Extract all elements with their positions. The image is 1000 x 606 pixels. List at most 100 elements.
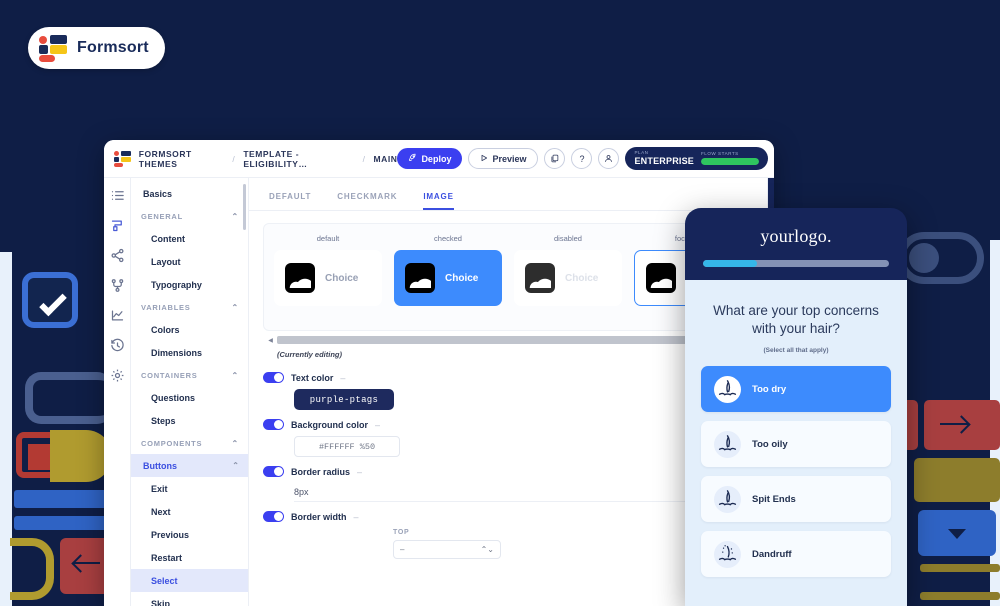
nav-label: VARIABLES [141,302,191,312]
nav-label: Basics [143,188,173,199]
chevron-up-icon[interactable]: ⌃ [232,461,239,470]
nav-label: Dimensions [151,347,203,358]
chevron-up-icon[interactable]: ⌃ [232,439,239,448]
history-icon[interactable] [110,338,125,353]
image-placeholder-icon [285,263,315,293]
chevron-up-icon[interactable]: ⌃ [232,303,239,312]
nav-label: Exit [151,483,168,494]
deploy-label: Deploy [421,153,452,164]
formsort-app-window: FORMSORT THEMES / TEMPLATE - ELIGIBILITY… [104,140,774,606]
preview-button[interactable]: Preview [468,148,539,169]
stepper-icon[interactable]: ⌃⌄ [481,545,494,554]
nav-item-basics[interactable]: Basics [131,182,248,205]
arrow-right-icon [940,423,968,425]
option-spit-ends[interactable]: Spit Ends [701,476,891,523]
nav-group-general[interactable]: GENERAL ⌃ [131,205,248,227]
copy-icon[interactable] [544,148,566,169]
nav-item-select[interactable]: Select [131,569,248,592]
preview-state-disabled: disabled Choice [514,234,622,306]
choice-label: Choice [325,272,359,284]
background-color-toggle[interactable] [263,419,284,430]
choice-option-default[interactable]: Choice [274,250,382,306]
border-radius-dash: – [357,466,363,477]
background-color-label: Background color [291,419,369,430]
border-width-toggle[interactable] [263,511,284,522]
nav-item-restart[interactable]: Restart [131,546,248,569]
hair-follicle-icon [714,485,741,513]
help-icon[interactable]: ? [571,148,593,169]
choice-option-disabled[interactable]: Choice [514,250,622,306]
plan-badge[interactable]: PLAN ENTERPRISE FLOW STARTS [625,147,768,170]
tab-checkmark[interactable]: CHECKMARK [337,192,397,210]
text-color-dash: – [340,372,346,383]
nav-item-skip[interactable]: Skip [131,592,248,606]
choice-option-checked[interactable]: Choice [394,250,502,306]
variants-icon[interactable] [110,248,125,263]
option-too-dry[interactable]: Too dry [701,366,891,413]
nav-label: GENERAL [141,211,183,221]
border-radius-label: Border radius [291,466,351,477]
nav-label: Next [151,506,171,517]
option-label: Too oily [752,438,788,450]
scroll-thumb[interactable] [277,336,690,344]
nav-item-typography[interactable]: Typography [131,273,248,296]
icon-rail [104,178,131,606]
formsort-brand-pill[interactable]: Formsort [28,27,165,69]
decoration-yellow-dome [50,430,112,482]
image-placeholder-icon [525,263,555,293]
theme-icon[interactable] [110,218,125,233]
phone-preview: yourlogo. What are your top concerns wit… [685,208,907,606]
nav-group-variables[interactable]: VARIABLES ⌃ [131,296,248,318]
nav-item-exit[interactable]: Exit [131,477,248,500]
user-icon[interactable] [598,148,620,169]
border-radius-toggle[interactable] [263,466,284,477]
flow-icon[interactable] [110,278,125,293]
deploy-button[interactable]: Deploy [397,148,463,169]
state-label: checked [434,234,462,243]
preview-horizontal-scrollbar[interactable]: ◀ [267,336,757,344]
option-dandruff[interactable]: Dandruff [701,531,891,578]
background-color-input[interactable]: #FFFFFF %50 [294,436,400,457]
border-width-dash: – [353,511,359,522]
breadcrumb-item-template[interactable]: TEMPLATE - ELIGIBILITY… [243,149,354,169]
decoration-blue-bar [14,490,110,508]
border-width-top-input[interactable]: – ⌃⌄ [393,540,501,559]
analytics-icon[interactable] [110,308,125,323]
border-width-top-value: – [400,545,405,554]
chevron-up-icon[interactable]: ⌃ [232,371,239,380]
nav-scrollbar[interactable] [243,184,246,230]
nav-item-questions[interactable]: Questions [131,386,248,409]
decoration-dropdown-block [918,510,996,556]
nav-item-steps[interactable]: Steps [131,409,248,432]
nav-item-dimensions[interactable]: Dimensions [131,341,248,364]
flow-starts-key: FLOW STARTS [701,150,739,156]
chevron-up-icon[interactable]: ⌃ [232,212,239,221]
nav-item-buttons[interactable]: Buttons ⌃ [131,454,248,477]
phone-header: yourlogo. [685,208,907,280]
nav-group-components[interactable]: COMPONENTS ⌃ [131,432,248,454]
decoration-next-arrow-button [924,400,1000,450]
formsort-mark-icon[interactable] [114,150,131,167]
app-topbar: FORMSORT THEMES / TEMPLATE - ELIGIBILITY… [104,140,774,178]
nav-item-layout[interactable]: Layout [131,250,248,273]
decoration-yellow-d [10,538,54,600]
tab-default[interactable]: DEFAULT [269,192,311,210]
option-too-oily[interactable]: Too oily [701,421,891,468]
option-label: Spit Ends [752,493,796,505]
nav-item-next[interactable]: Next [131,500,248,523]
pages-icon[interactable] [110,188,125,203]
chevron-left-icon[interactable]: ◀ [267,337,274,344]
nav-label: Select [151,575,178,586]
nav-item-content[interactable]: Content [131,227,248,250]
nav-item-previous[interactable]: Previous [131,523,248,546]
text-color-token[interactable]: purple-ptags [294,389,394,410]
text-color-toggle[interactable] [263,372,284,383]
nav-label: Content [151,233,185,244]
breadcrumb-item-main[interactable]: MAIN [374,154,398,164]
settings-icon[interactable] [110,368,125,383]
breadcrumb-item-themes[interactable]: FORMSORT THEMES [139,149,225,169]
decoration-yellow-line [920,564,1000,572]
tab-image[interactable]: IMAGE [423,192,454,210]
nav-item-colors[interactable]: Colors [131,318,248,341]
nav-group-containers[interactable]: CONTAINERS ⌃ [131,364,248,386]
